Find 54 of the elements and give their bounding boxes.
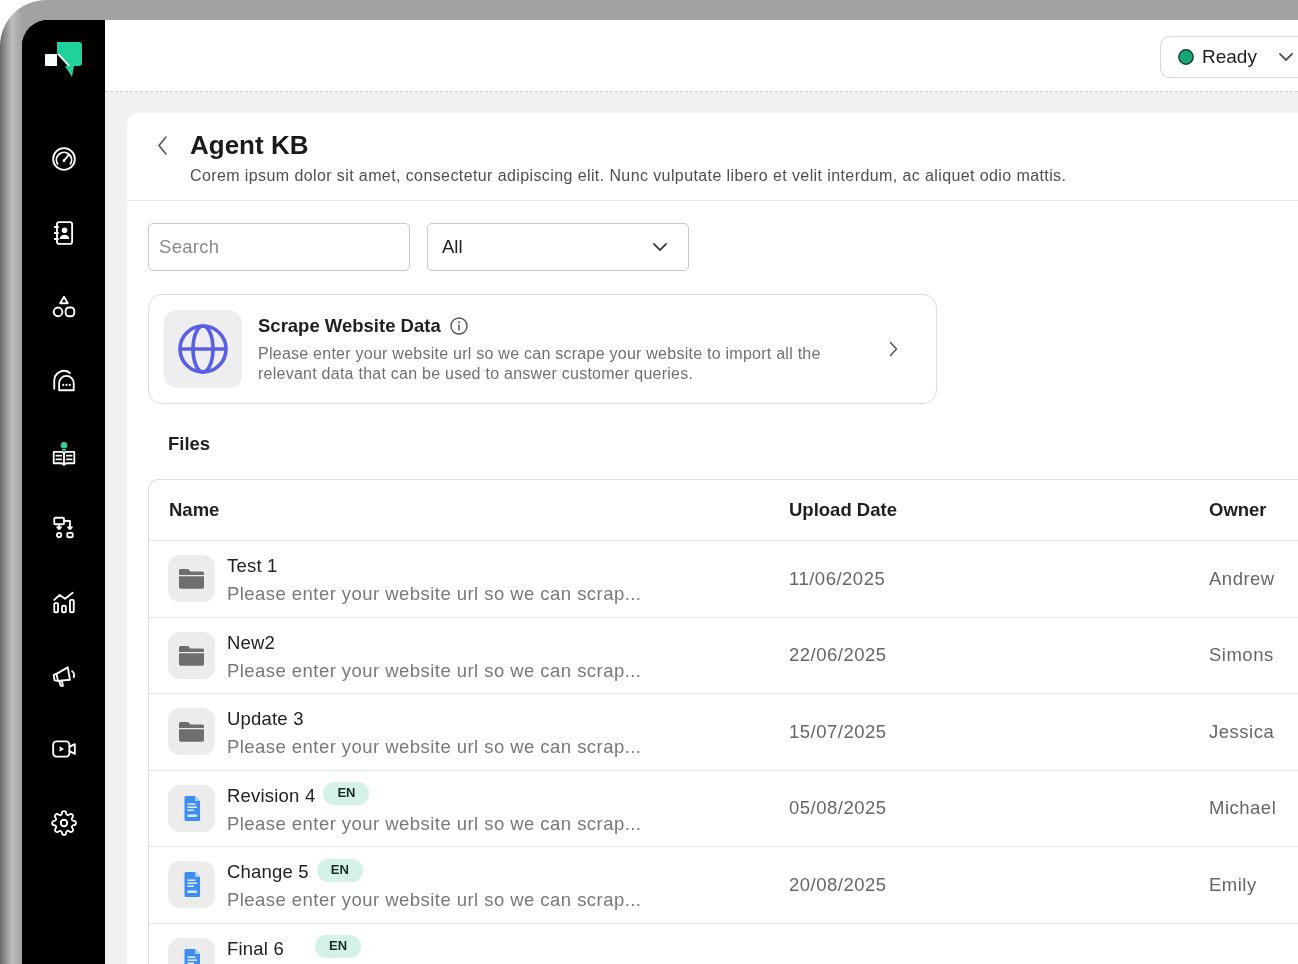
back-button[interactable] <box>155 133 169 157</box>
file-description: Please enter your website url so we can scrap... <box>227 658 642 683</box>
file-name: Test 1 <box>227 554 278 578</box>
logo-icon <box>45 42 82 78</box>
table-cell: Jessica <box>1209 719 1275 744</box>
section-heading: Files <box>168 433 211 455</box>
file-name: New2 <box>227 630 276 655</box>
chevron-left-icon <box>157 135 167 155</box>
file-name: Change 5 <box>227 860 309 884</box>
settings-icon <box>50 810 77 837</box>
file-name: Revision 4 <box>227 783 316 808</box>
scrape-website-card[interactable]: Scrape Website Data Please enter your website url so we can scrape your website to import all the relevant data that can be used to answer customer queries. <box>148 294 937 404</box>
gauge-icon <box>50 146 77 172</box>
page-description: Corem ipsum dolor sit amet, consectetur adipiscing elit. Nunc vulputate libero et velit interdum, ac aliquet odio mattis. <box>190 166 1067 186</box>
info-icon <box>449 317 468 335</box>
filter-dropdown[interactable]: All <box>427 223 689 271</box>
column-header: Upload Date <box>788 499 897 521</box>
table-cell: Andrew <box>1209 566 1275 591</box>
chevron-right-icon <box>889 341 898 357</box>
table-cell: 22/06/2025 <box>789 643 887 668</box>
shapes-icon <box>50 293 77 320</box>
search-field[interactable]: Search <box>148 223 410 271</box>
scrape-card-title: Scrape Website Data <box>258 314 441 338</box>
table-cell: Simons <box>1209 643 1274 668</box>
column-header: Owner <box>1208 499 1267 521</box>
table-cell: Michael <box>1209 796 1277 821</box>
file-description: Please enter your website url so we can scrap... <box>227 888 642 912</box>
table-cell: 20/08/2025 <box>789 872 887 897</box>
flowchart-icon <box>50 515 77 541</box>
language-badge: EN <box>323 782 370 805</box>
folder-icon <box>168 555 215 602</box>
status-dot-icon <box>1178 49 1194 65</box>
document-icon <box>168 784 215 832</box>
file-name: Final 6 <box>227 936 285 961</box>
table-cell: 11/06/2025 <box>789 566 886 591</box>
chat-bubbles-icon <box>50 367 77 394</box>
page-title: Agent KB <box>190 129 309 161</box>
file-description: Please enter your website url so we can scrap... <box>227 582 642 606</box>
table-cell: Emily <box>1209 872 1257 897</box>
folder-icon <box>168 708 215 755</box>
language-badge: EN <box>316 858 363 882</box>
document-icon <box>168 861 215 908</box>
folder-icon <box>168 631 215 679</box>
file-description: Please enter your website url so we can scrap... <box>227 735 642 759</box>
scrape-card-description: Please enter your website url so we can scrape your website to import all the relevant data that can be used to answer customer queries. <box>258 344 822 384</box>
table-cell: 05/08/2025 <box>789 796 887 821</box>
file-description: Please enter your website url so we can scrap... <box>227 811 642 836</box>
table-cell: 15/07/2025 <box>789 719 887 744</box>
language-badge: EN <box>315 935 362 958</box>
file-name: Update 3 <box>227 707 304 731</box>
book-lightbulb-icon <box>50 441 77 468</box>
globe-icon <box>164 310 242 388</box>
status-dropdown[interactable]: Ready <box>1160 36 1298 78</box>
column-header: Name <box>168 499 220 521</box>
